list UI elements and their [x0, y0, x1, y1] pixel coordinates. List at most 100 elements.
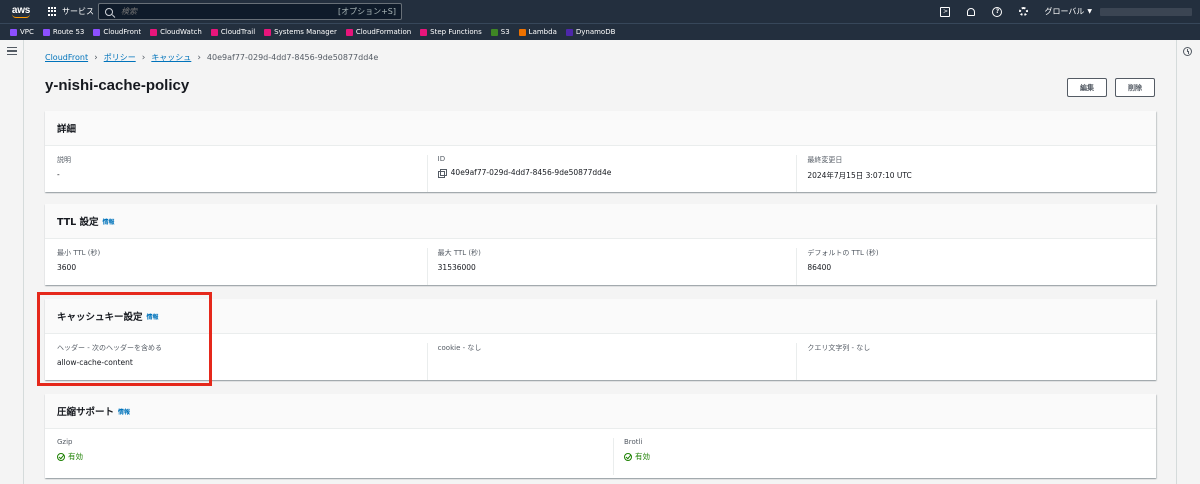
default-ttl-field: デフォルトの TTL (秒) 86400	[796, 248, 1156, 285]
favorite-label: Systems Manager	[274, 28, 337, 36]
favorite-label: CloudFormation	[355, 28, 412, 36]
systems-manager-icon	[264, 28, 272, 36]
edit-button[interactable]: 編集	[1067, 78, 1107, 97]
favorite-cloudformation[interactable]: CloudFormation	[345, 28, 412, 36]
favorite-label: Route 53	[52, 28, 85, 36]
favorite-systems-manager[interactable]: Systems Manager	[264, 28, 337, 36]
search-shortcut-hint: [オプション+S]	[337, 7, 396, 16]
max-ttl-key: 最大 TTL (秒)	[437, 249, 481, 257]
max-ttl-field: 最大 TTL (秒) 31536000	[426, 248, 797, 285]
ttl-body: 最小 TTL (秒) 3600 最大 TTL (秒) 31536000 デフォル…	[45, 239, 1156, 285]
favorite-label: CloudTrail	[220, 28, 256, 36]
ttl-info-link[interactable]: 情報	[103, 217, 115, 226]
description-value: -	[57, 170, 60, 179]
favorite-s3[interactable]: S3	[490, 28, 510, 36]
nav-right-group: > ? グローバル ▼	[924, 0, 1200, 23]
cookie-field: cookie - なし	[426, 343, 797, 380]
favorite-vpc[interactable]: VPC	[10, 28, 34, 36]
details-title: 詳細	[57, 124, 77, 135]
compression-title: 圧縮サポート	[57, 407, 115, 418]
ttl-header: TTL 設定 情報	[45, 204, 1156, 239]
compression-support-panel: 圧縮サポート 情報 Gzip 有効 Brotli 有効	[45, 394, 1156, 478]
favorite-cloudfront[interactable]: CloudFront	[93, 28, 141, 36]
cloudfront-icon	[93, 28, 101, 36]
last-modified-field: 最終変更日 2024年7月15日 3:07:10 UTC	[796, 155, 1156, 192]
settings-button[interactable]	[1018, 7, 1028, 17]
favorites-bar: VPC Route 53 CloudFront CloudWatch Cloud…	[0, 23, 1200, 40]
chevron-right-icon: ›	[94, 52, 98, 63]
step-functions-icon	[420, 28, 428, 36]
description-field: 説明 -	[57, 155, 427, 192]
check-circle-icon	[57, 452, 65, 461]
left-divider	[23, 40, 24, 484]
cache-key-title: キャッシュキー設定	[57, 312, 143, 323]
favorite-lambda[interactable]: Lambda	[518, 28, 557, 36]
compression-header: 圧縮サポート 情報	[45, 394, 1156, 429]
caret-down-icon: ▼	[1087, 8, 1092, 15]
description-key: 説明	[57, 156, 71, 164]
account-menu[interactable]	[1100, 7, 1192, 16]
cloudshell-icon[interactable]: >	[940, 6, 951, 17]
search-input[interactable]	[121, 7, 321, 16]
notifications-button[interactable]	[966, 7, 976, 17]
brotli-field: Brotli 有効	[613, 438, 1153, 475]
cache-key-info-link[interactable]: 情報	[147, 312, 159, 321]
chevron-right-icon: ›	[197, 52, 201, 63]
headers-key: ヘッダー - 次のヘッダーを含める	[57, 344, 162, 352]
lambda-icon	[518, 28, 526, 36]
gzip-key: Gzip	[57, 438, 73, 446]
route53-icon	[42, 28, 50, 36]
default-ttl-key: デフォルトの TTL (秒)	[807, 249, 879, 257]
cache-key-header: キャッシュキー設定 情報	[45, 299, 1156, 334]
query-string-field: クエリ文字列 - なし	[796, 343, 1156, 380]
cache-key-body: ヘッダー - 次のヘッダーを含める allow-cache-content co…	[45, 334, 1156, 380]
aws-logo[interactable]: aws	[8, 5, 34, 18]
breadcrumb-cloudfront[interactable]: CloudFront	[45, 53, 88, 62]
favorite-label: S3	[500, 28, 510, 36]
grid-icon	[48, 7, 57, 16]
favorite-cloudwatch[interactable]: CloudWatch	[150, 28, 202, 36]
services-menu-button[interactable]: サービス	[48, 0, 94, 23]
gear-icon	[1018, 7, 1028, 16]
gzip-status: 有効	[57, 451, 603, 462]
bell-icon	[967, 7, 976, 16]
cookie-key: cookie - なし	[437, 344, 482, 352]
details-panel: 詳細 説明 - ID 40e9af77-029d-4dd7-8456-9de50…	[45, 111, 1156, 192]
max-ttl-value: 31536000	[437, 263, 476, 272]
cloudformation-icon	[345, 28, 353, 36]
favorite-dynamodb[interactable]: DynamoDB	[565, 28, 615, 36]
cache-key-settings-panel: キャッシュキー設定 情報 ヘッダー - 次のヘッダーを含める allow-cac…	[45, 299, 1156, 380]
hamburger-menu-icon[interactable]	[7, 47, 17, 55]
aws-smile-icon	[12, 14, 30, 18]
compression-info-link[interactable]: 情報	[118, 407, 130, 416]
details-header: 詳細	[45, 111, 1156, 146]
breadcrumb-policies[interactable]: ポリシー	[104, 52, 136, 63]
search-box[interactable]: [オプション+S]	[98, 3, 402, 20]
last-modified-value: 2024年7月15日 3:07:10 UTC	[807, 171, 912, 180]
query-string-key: クエリ文字列 - なし	[807, 344, 871, 352]
region-label: グローバル	[1044, 7, 1085, 16]
dynamodb-icon	[565, 28, 573, 36]
help-icon[interactable]: ?	[992, 6, 1003, 17]
favorite-route53[interactable]: Route 53	[42, 28, 85, 36]
breadcrumb-cache[interactable]: キャッシュ	[151, 52, 191, 63]
favorite-label: VPC	[20, 28, 34, 36]
right-divider	[1176, 40, 1177, 484]
favorite-label: CloudFront	[103, 28, 142, 36]
clock-icon[interactable]	[1183, 47, 1192, 56]
region-selector[interactable]: グローバル ▼	[1044, 6, 1092, 17]
favorite-step-functions[interactable]: Step Functions	[420, 28, 482, 36]
brotli-status: 有効	[624, 451, 1143, 462]
details-body: 説明 - ID 40e9af77-029d-4dd7-8456-9de50877…	[45, 146, 1156, 192]
delete-button[interactable]: 削除	[1115, 78, 1155, 97]
copy-icon[interactable]	[437, 168, 447, 178]
headers-value: allow-cache-content	[57, 358, 133, 367]
favorite-label: Lambda	[528, 28, 557, 36]
brotli-value: 有効	[635, 452, 650, 461]
breadcrumb: CloudFront › ポリシー › キャッシュ › 40e9af77-029…	[45, 52, 378, 63]
favorite-cloudtrail[interactable]: CloudTrail	[210, 28, 256, 36]
id-field: ID 40e9af77-029d-4dd7-8456-9de50877dd4e	[426, 155, 797, 192]
headers-field: ヘッダー - 次のヘッダーを含める allow-cache-content	[57, 343, 427, 380]
vpc-icon	[10, 28, 17, 36]
gzip-field: Gzip 有効	[57, 438, 613, 475]
